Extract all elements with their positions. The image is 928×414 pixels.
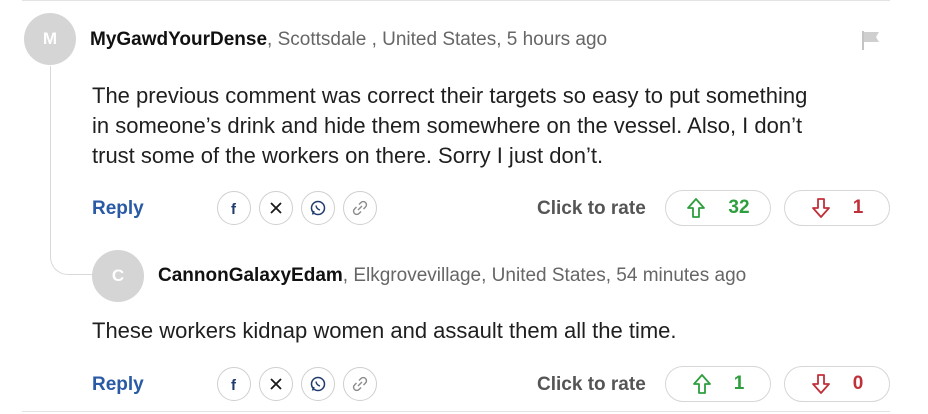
rate-label: Click to rate [537, 374, 646, 395]
upvote-button[interactable]: 32 [665, 190, 771, 226]
share-whatsapp-button[interactable] [301, 191, 335, 225]
whatsapp-icon [310, 376, 326, 392]
comment-body: These workers kidnap women and assault t… [92, 316, 677, 346]
share-link-button[interactable] [343, 191, 377, 225]
thread-connector [50, 66, 93, 275]
downvote-button[interactable]: 1 [784, 190, 890, 226]
share-whatsapp-button[interactable] [301, 367, 335, 401]
username-link[interactable]: MyGawdYourDense [90, 29, 267, 50]
x-icon [270, 378, 282, 390]
rate-label: Click to rate [537, 198, 646, 219]
share-x-button[interactable] [259, 191, 293, 225]
comment-body: The previous comment was correct their t… [92, 81, 807, 171]
avatar[interactable]: C [92, 250, 144, 302]
thumb-down-icon [811, 198, 830, 218]
share-x-button[interactable] [259, 367, 293, 401]
divider-bottom [22, 411, 890, 412]
link-icon [352, 376, 368, 392]
thumb-up-icon [687, 198, 706, 218]
thumb-up-icon [692, 374, 711, 394]
divider-top [22, 0, 890, 1]
flag-icon[interactable] [860, 29, 882, 51]
comment-meta: CannonGalaxyEdam, Elkgrovevillage, Unite… [158, 265, 746, 287]
comment-line: in someone’s drink and hide them somewhe… [92, 113, 803, 138]
downvote-count: 0 [852, 373, 864, 394]
avatar[interactable]: M [24, 13, 76, 65]
facebook-icon: f [231, 201, 237, 216]
share-facebook-button[interactable]: f [217, 367, 251, 401]
svg-text:f: f [231, 377, 237, 392]
comment-line: The previous comment was correct their t… [92, 83, 808, 108]
location-time: , Scottsdale , United States, 5 hours ag… [267, 29, 608, 50]
downvote-count: 1 [852, 197, 864, 218]
downvote-button[interactable]: 0 [784, 366, 890, 402]
upvote-count: 1 [733, 373, 745, 394]
username-link[interactable]: CannonGalaxyEdam [158, 265, 343, 286]
x-icon [270, 202, 282, 214]
comment-meta: MyGawdYourDense, Scottsdale , United Sta… [90, 29, 607, 51]
reply-button[interactable]: Reply [92, 374, 144, 396]
facebook-icon: f [231, 377, 237, 392]
upvote-count: 32 [728, 197, 750, 218]
comment-line: These workers kidnap women and assault t… [92, 318, 677, 343]
whatsapp-icon [310, 200, 326, 216]
share-facebook-button[interactable]: f [217, 191, 251, 225]
share-link-button[interactable] [343, 367, 377, 401]
link-icon [352, 200, 368, 216]
thumb-down-icon [811, 374, 830, 394]
comment-line: trust some of the workers on there. Sorr… [92, 143, 604, 168]
upvote-button[interactable]: 1 [665, 366, 771, 402]
reply-button[interactable]: Reply [92, 198, 144, 220]
location-time: , Elkgrovevillage, United States, 54 min… [342, 265, 747, 286]
svg-text:f: f [231, 201, 237, 216]
